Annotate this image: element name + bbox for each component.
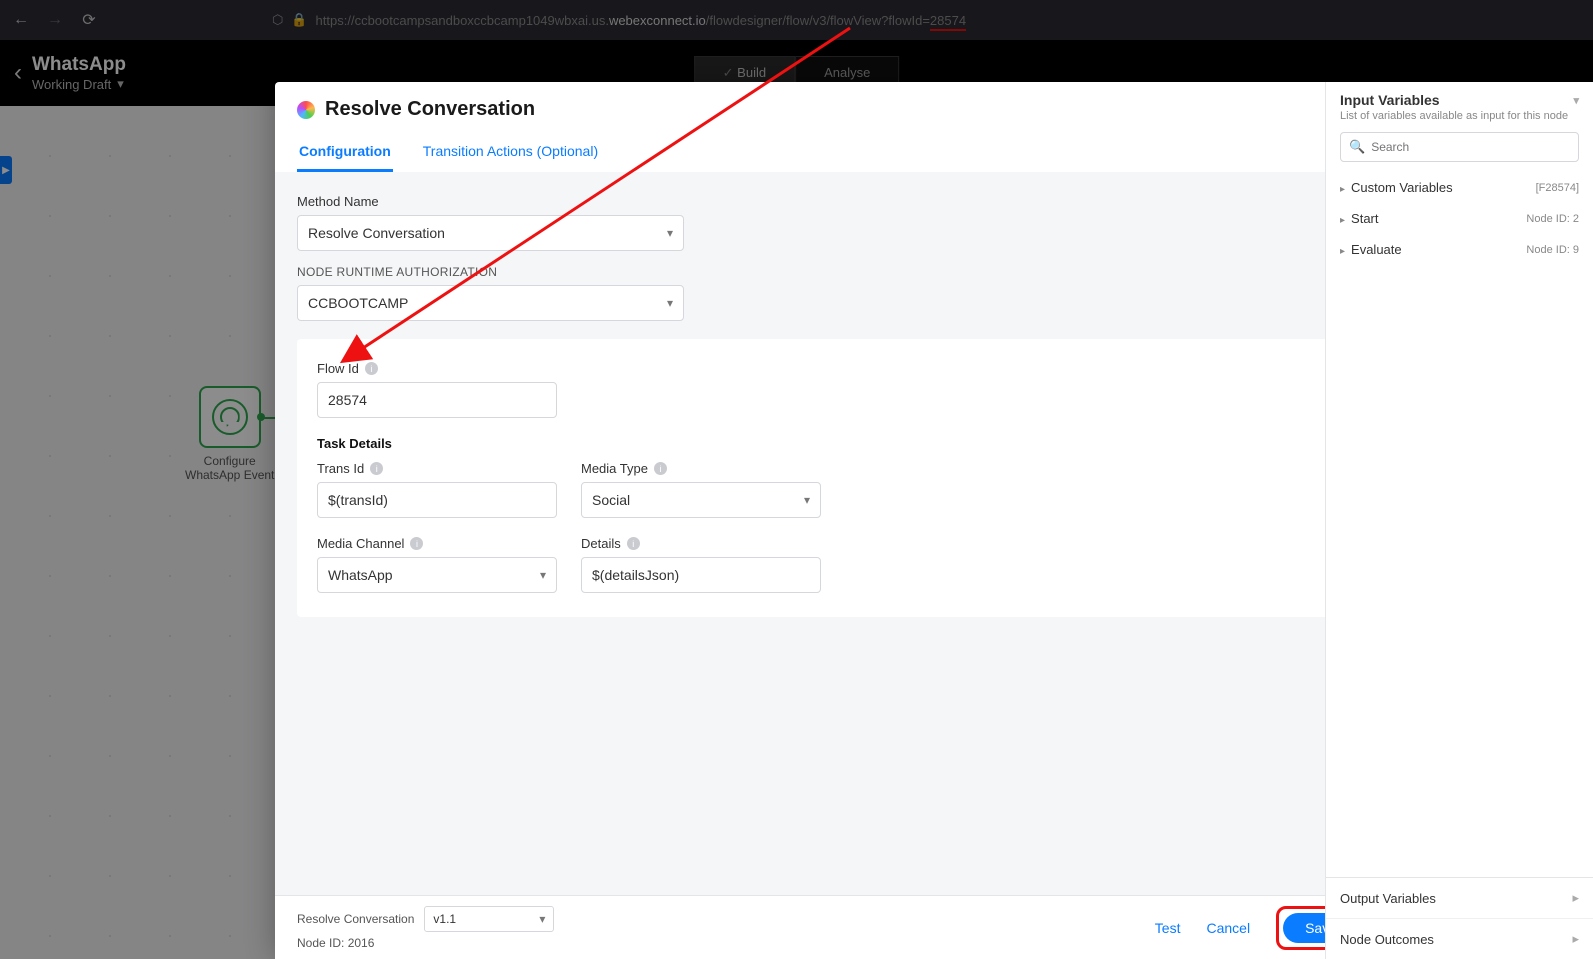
mediach-label: Media Channeli [317,536,557,551]
chevron-down-icon: ▾ [804,493,810,507]
var-group-meta: Node ID: 9 [1526,244,1579,256]
modal-tabs: Configuration Transition Actions (Option… [297,135,1366,172]
chevron-down-icon: ▾ [540,568,546,582]
chevron-right-icon: ▸ [1340,246,1345,257]
info-icon[interactable]: i [365,362,378,375]
details-label: Detailsi [581,536,821,551]
test-button[interactable]: Test [1155,920,1181,936]
mediatype-label: Media Typei [581,461,821,476]
version-select[interactable]: v1.1▾ [424,906,554,932]
chevron-right-icon: ▸ [1340,184,1345,195]
var-group-evaluate[interactable]: ▸Evaluate Node ID: 9 [1340,234,1579,265]
var-group-start[interactable]: ▸Start Node ID: 2 [1340,203,1579,234]
method-name-label: Method Name [297,194,1366,209]
info-icon[interactable]: i [654,462,667,475]
search-icon: 🔍 [1349,139,1365,155]
chevron-right-icon: ▸ [1572,931,1579,947]
mediach-select[interactable]: WhatsApp▾ [317,557,557,593]
footer-node-id: Node ID: 2016 [297,936,554,950]
panel-subtitle: List of variables available as input for… [1340,110,1579,122]
output-variables-row[interactable]: Output Variables▸ [1326,878,1593,918]
modal-title: Resolve Conversation [297,98,1366,121]
task-details-header: Task Details [317,436,1346,451]
chevron-down-icon[interactable]: ▾ [1573,94,1579,107]
modal-body: Method Name Resolve Conversation▾ NODE R… [275,172,1388,895]
node-outcomes-row[interactable]: Node Outcomes▸ [1326,918,1593,959]
cancel-button[interactable]: Cancel [1206,920,1250,936]
mediatype-select[interactable]: Social▾ [581,482,821,518]
chevron-down-icon: ▾ [667,296,673,310]
modal-footer: Resolve Conversation v1.1▾ Node ID: 2016… [275,895,1388,959]
details-input[interactable] [581,557,821,593]
chevron-right-icon: ▸ [1340,215,1345,226]
transid-label: Trans Idi [317,461,557,476]
flowid-input[interactable] [317,382,557,418]
info-icon[interactable]: i [627,537,640,550]
info-icon[interactable]: i [370,462,383,475]
transid-input[interactable] [317,482,557,518]
app-logo-icon [297,101,315,119]
variable-search[interactable]: 🔍 [1340,132,1579,162]
auth-select[interactable]: CCBOOTCAMP▾ [297,285,684,321]
input-variables-panel: Input Variables▾ List of variables avail… [1325,82,1593,959]
task-card: Flow Idi Task Details Trans Idi Media Ty… [297,339,1366,617]
node-config-modal: Resolve Conversation Configuration Trans… [275,82,1388,959]
var-group-meta: [F28574] [1536,182,1579,194]
variable-search-input[interactable] [1371,140,1570,154]
chevron-down-icon: ▾ [667,226,673,240]
flowid-label: Flow Idi [317,361,1346,376]
footer-node-name: Resolve Conversation [297,912,414,926]
tab-configuration[interactable]: Configuration [297,135,393,172]
var-group-custom[interactable]: ▸Custom Variables [F28574] [1340,172,1579,203]
info-icon[interactable]: i [410,537,423,550]
auth-label: NODE RUNTIME AUTHORIZATION [297,265,1366,279]
method-name-select[interactable]: Resolve Conversation▾ [297,215,684,251]
tab-transition-actions[interactable]: Transition Actions (Optional) [421,135,600,172]
panel-title: Input Variables▾ [1340,92,1579,108]
chevron-right-icon: ▸ [1572,890,1579,906]
chevron-down-icon: ▾ [539,912,545,926]
var-group-meta: Node ID: 2 [1526,213,1579,225]
